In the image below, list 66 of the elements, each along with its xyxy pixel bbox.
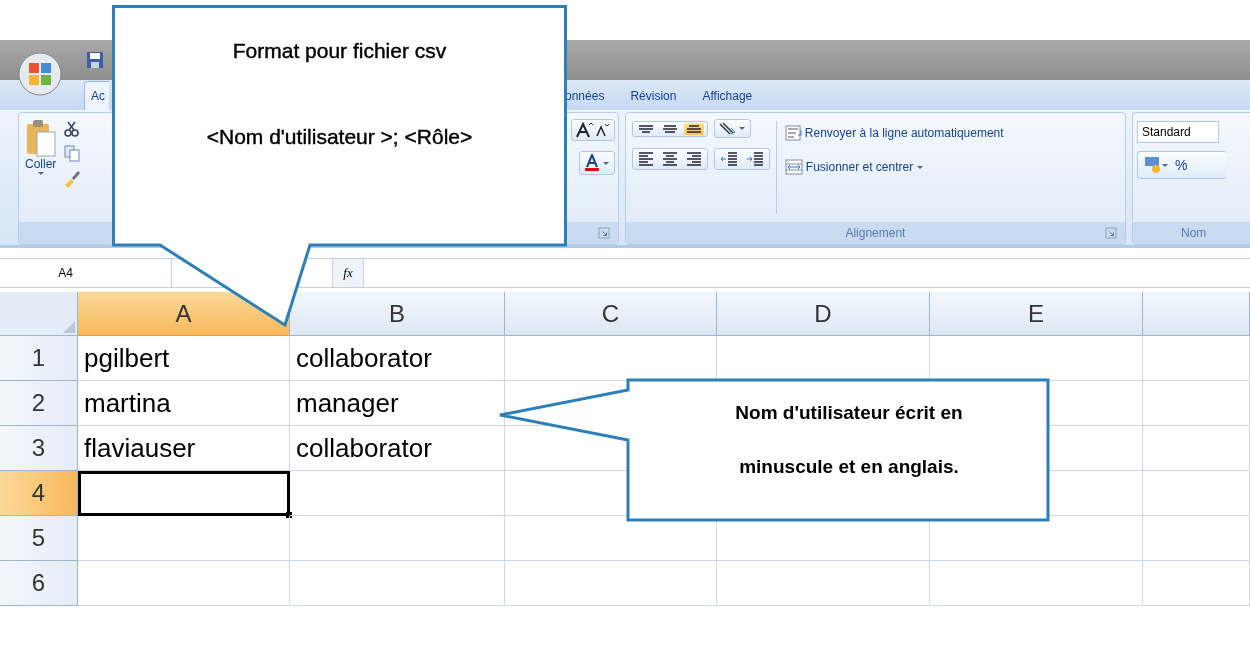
ribbon-tab[interactable]: Ac bbox=[84, 81, 109, 110]
column-header[interactable]: B bbox=[290, 292, 505, 336]
save-icon[interactable] bbox=[86, 51, 104, 69]
caret-icon bbox=[36, 171, 45, 176]
caret-icon bbox=[601, 160, 610, 166]
ribbon-tab[interactable]: onnées bbox=[565, 82, 623, 110]
align-lines-icon bbox=[685, 124, 702, 133]
diagonal-text-icon bbox=[718, 122, 736, 135]
table-cell: pgilbert bbox=[78, 336, 290, 381]
ribbon-tab[interactable]: Révision bbox=[622, 82, 695, 110]
dialog-launcher-icon[interactable] bbox=[597, 227, 610, 239]
caret-icon bbox=[1161, 162, 1169, 168]
caret-icon bbox=[737, 126, 746, 131]
row-header[interactable]: 6 bbox=[0, 561, 78, 606]
caret-icon bbox=[916, 164, 925, 170]
clipboard-icon bbox=[25, 119, 56, 157]
table-cell: collaborator bbox=[290, 336, 505, 381]
merge-center-button[interactable]: Fusionner et centrer bbox=[782, 157, 1006, 177]
wrap-text-icon bbox=[784, 125, 802, 141]
group-label: Nom bbox=[1181, 226, 1207, 240]
font-color-icon bbox=[583, 154, 600, 172]
font-color-button[interactable] bbox=[578, 151, 615, 175]
number-format-dropdown[interactable]: Standard bbox=[1137, 121, 1219, 143]
wrap-text-button[interactable]: Renvoyer à la ligne automatiquement bbox=[782, 123, 1006, 143]
row-header[interactable]: 1 bbox=[0, 336, 78, 381]
row-header[interactable]: 3 bbox=[0, 426, 78, 471]
column-header[interactable]: D bbox=[717, 292, 930, 336]
indent-icon bbox=[745, 152, 764, 166]
row-header[interactable]: 2 bbox=[0, 381, 78, 426]
font-size-buttons[interactable] bbox=[570, 119, 615, 141]
paste-button[interactable]: Coller bbox=[23, 119, 59, 222]
money-icon bbox=[1144, 156, 1161, 174]
shrink-font-icon bbox=[595, 123, 610, 137]
orientation-button[interactable] bbox=[713, 119, 751, 138]
table-cell: flaviauser bbox=[78, 426, 290, 471]
table-cell: manager bbox=[290, 381, 505, 426]
merge-cells-icon bbox=[784, 159, 803, 175]
percent-button[interactable]: % bbox=[1173, 155, 1190, 175]
align-lines-icon bbox=[685, 152, 702, 166]
brush-icon bbox=[64, 170, 82, 189]
column-header[interactable]: E bbox=[930, 292, 1143, 336]
row-header[interactable]: 5 bbox=[0, 516, 78, 561]
callout-text: <Nom d'utilisateur >; <Rôle> bbox=[206, 125, 473, 149]
callout-text: Format pour fichier csv bbox=[232, 39, 447, 63]
name-box[interactable]: A4 bbox=[0, 259, 172, 287]
dialog-launcher-icon[interactable] bbox=[1105, 227, 1117, 239]
align-lines-icon bbox=[637, 124, 654, 133]
callout-text: minuscule et en anglais. bbox=[739, 456, 959, 478]
grow-font-icon bbox=[575, 122, 594, 138]
indent-icon bbox=[719, 152, 738, 166]
copy-icon bbox=[64, 145, 81, 162]
vertical-align-button[interactable] bbox=[683, 122, 704, 135]
align-lines-icon bbox=[661, 152, 678, 166]
currency-button[interactable] bbox=[1142, 154, 1171, 176]
align-lines-icon bbox=[637, 152, 654, 166]
ribbon-tab[interactable]: Affichage bbox=[694, 82, 771, 110]
column-header[interactable]: C bbox=[505, 292, 717, 336]
corner-triangle-icon bbox=[61, 319, 77, 335]
align-lines-icon bbox=[661, 124, 678, 133]
group-label: Alignement bbox=[845, 226, 906, 240]
insert-function-button[interactable]: fx bbox=[332, 259, 364, 287]
scissors-icon bbox=[64, 121, 80, 137]
table-cell: collaborator bbox=[290, 426, 505, 471]
row-header[interactable]: 4 bbox=[0, 471, 78, 516]
table-cell: martina bbox=[78, 381, 290, 426]
callout-text: Nom d'utilisateur écrit en bbox=[735, 402, 963, 424]
